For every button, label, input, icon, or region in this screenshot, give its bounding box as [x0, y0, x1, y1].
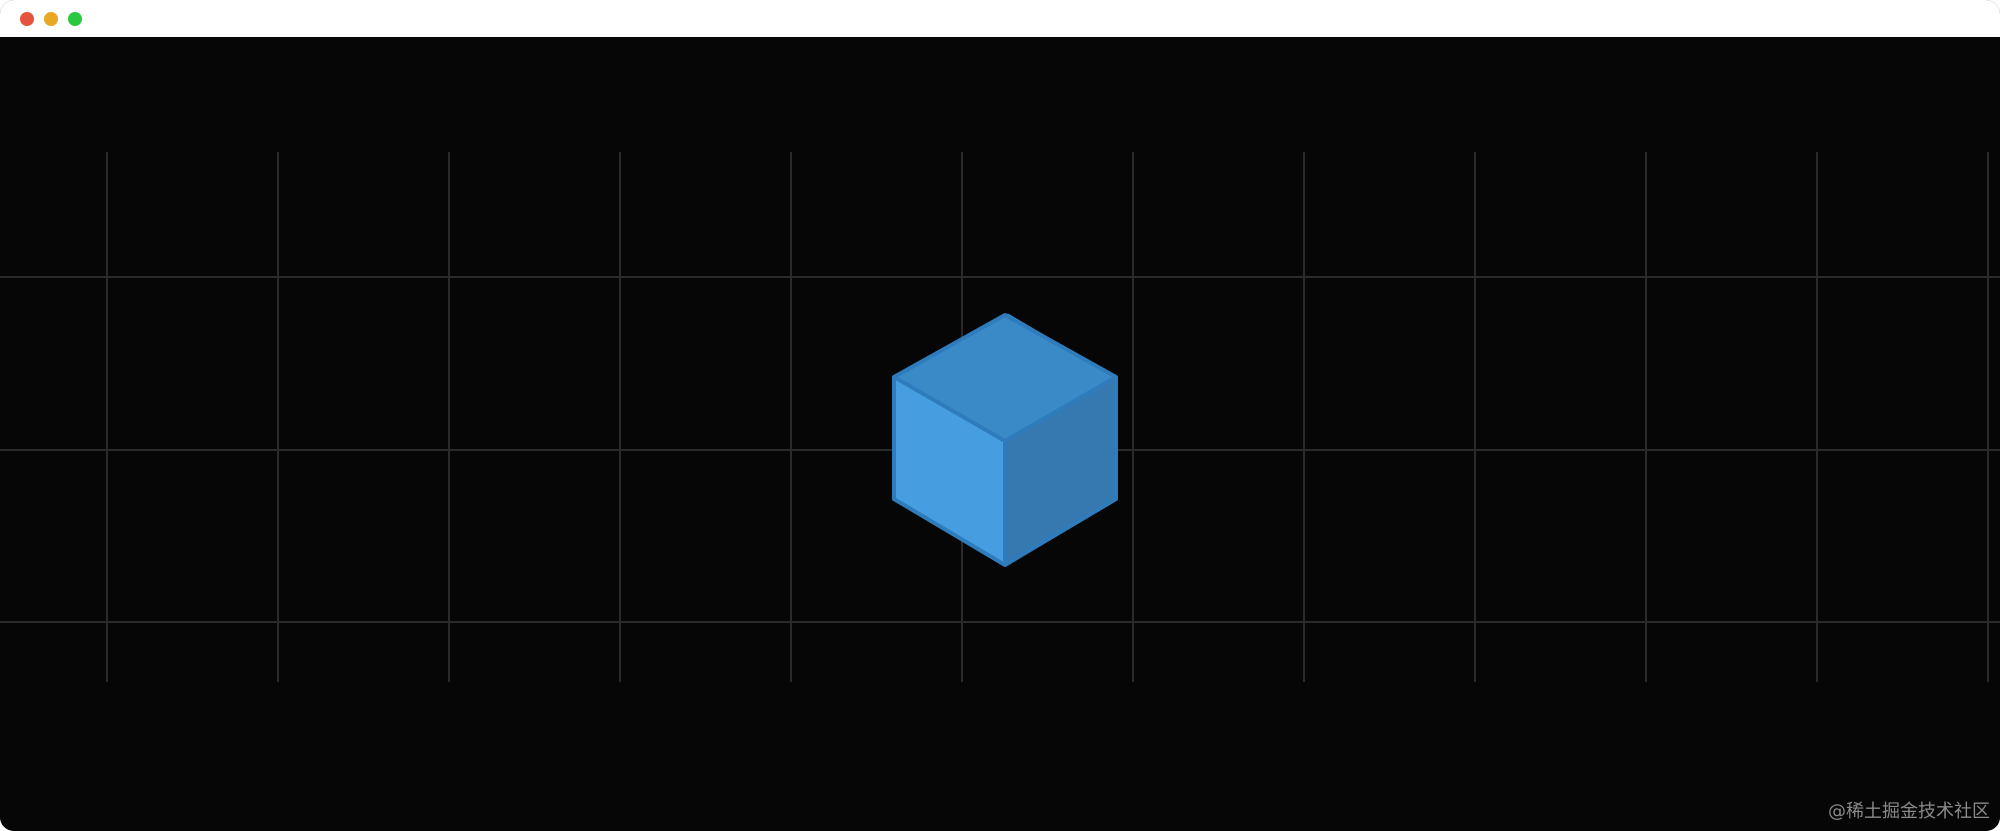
- title-bar: [0, 0, 2000, 38]
- minimize-window-button[interactable]: [44, 12, 58, 26]
- watermark-text: @稀土掘金技术社区: [1828, 801, 1990, 822]
- close-window-button[interactable]: [20, 12, 34, 26]
- app-window: @稀土掘金技术社区: [0, 0, 2000, 831]
- render-canvas[interactable]: @稀土掘金技术社区: [0, 37, 2000, 831]
- maximize-window-button[interactable]: [68, 12, 82, 26]
- cube-icon[interactable]: [890, 307, 1120, 569]
